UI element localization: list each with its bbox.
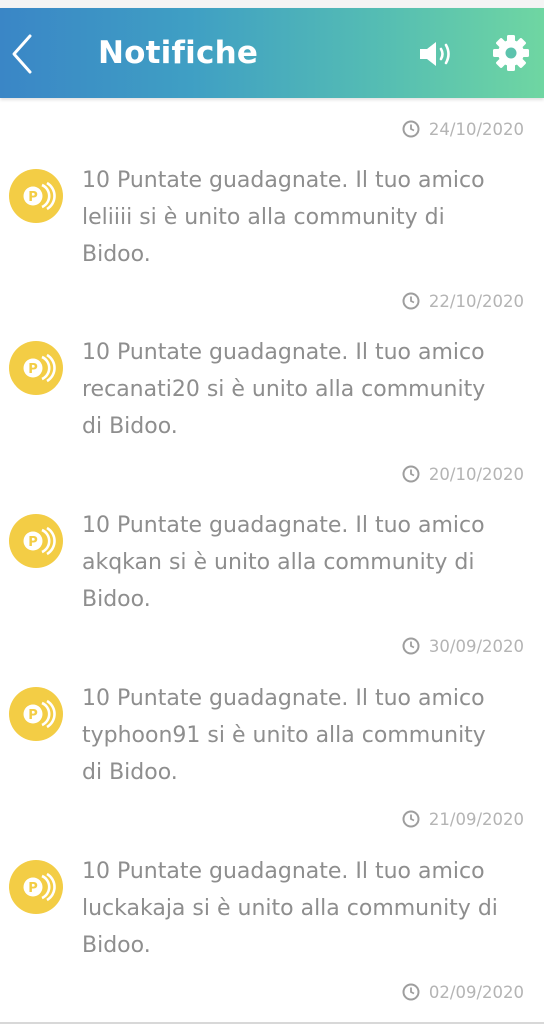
date-text: 30/09/2020 <box>428 636 524 656</box>
svg-text:P: P <box>28 708 38 723</box>
svg-text:P: P <box>28 881 38 896</box>
clock-icon <box>402 983 420 1001</box>
notification-text: 10 Puntate guadagnate. Il tuo amico akqk… <box>82 513 485 612</box>
notification-item[interactable]: P 10 Puntate guadagnate. Il tuo amico re… <box>0 340 544 450</box>
clock-icon <box>402 637 420 655</box>
notification-text: 10 Puntate guadagnate. Il tuo amico luck… <box>82 859 498 958</box>
gear-icon <box>493 35 529 71</box>
date-text: 21/09/2020 <box>428 809 524 829</box>
notification-text: 10 Puntate guadagnate. Il tuo amico reca… <box>82 340 486 439</box>
date-text: 20/10/2020 <box>428 464 524 484</box>
notification-date: 21/09/2020 <box>402 808 524 830</box>
bid-coin-icon: P <box>9 514 63 568</box>
bid-coin-icon: P <box>9 341 63 395</box>
notification-text: 10 Puntate guadagnate. Il tuo amico leli… <box>82 168 485 267</box>
notification-date: 24/10/2020 <box>402 118 524 140</box>
svg-text:P: P <box>28 190 38 205</box>
notification-date: 02/09/2020 <box>402 981 524 1003</box>
back-button[interactable] <box>4 30 40 78</box>
notification-item[interactable]: P 10 Puntate guadagnate. Il tuo amico lu… <box>0 859 544 969</box>
bid-coin-icon: P <box>9 169 63 223</box>
clock-icon <box>402 465 420 483</box>
notification-text: 10 Puntate guadagnate. Il tuo amico typh… <box>82 686 486 785</box>
status-bar-strip <box>0 0 544 8</box>
svg-text:P: P <box>28 535 38 550</box>
bid-coin-icon: P <box>9 860 63 914</box>
page-title: Notifiche <box>98 35 259 71</box>
notification-date: 22/10/2020 <box>402 290 524 312</box>
bid-coin-icon: P <box>9 687 63 741</box>
notification-item[interactable]: P 10 Puntate guadagnate. Il tuo amico le… <box>0 168 544 278</box>
clock-icon <box>402 810 420 828</box>
clock-icon <box>402 120 420 138</box>
app-header: Notifiche <box>0 8 544 98</box>
volume-icon <box>420 42 450 66</box>
clock-icon <box>402 292 420 310</box>
chevron-left-icon <box>12 34 32 74</box>
settings-button[interactable] <box>488 30 534 76</box>
date-text: 22/10/2020 <box>428 291 524 311</box>
notification-date: 30/09/2020 <box>402 635 524 657</box>
sound-button[interactable] <box>414 34 458 74</box>
svg-text:P: P <box>28 362 38 377</box>
notification-item[interactable]: P 10 Puntate guadagnate. Il tuo amico ak… <box>0 513 544 623</box>
notification-item[interactable]: P 10 Puntate guadagnate. Il tuo amico ty… <box>0 686 544 796</box>
date-text: 24/10/2020 <box>428 119 524 139</box>
notification-date: 20/10/2020 <box>402 463 524 485</box>
date-text: 02/09/2020 <box>428 982 524 1002</box>
